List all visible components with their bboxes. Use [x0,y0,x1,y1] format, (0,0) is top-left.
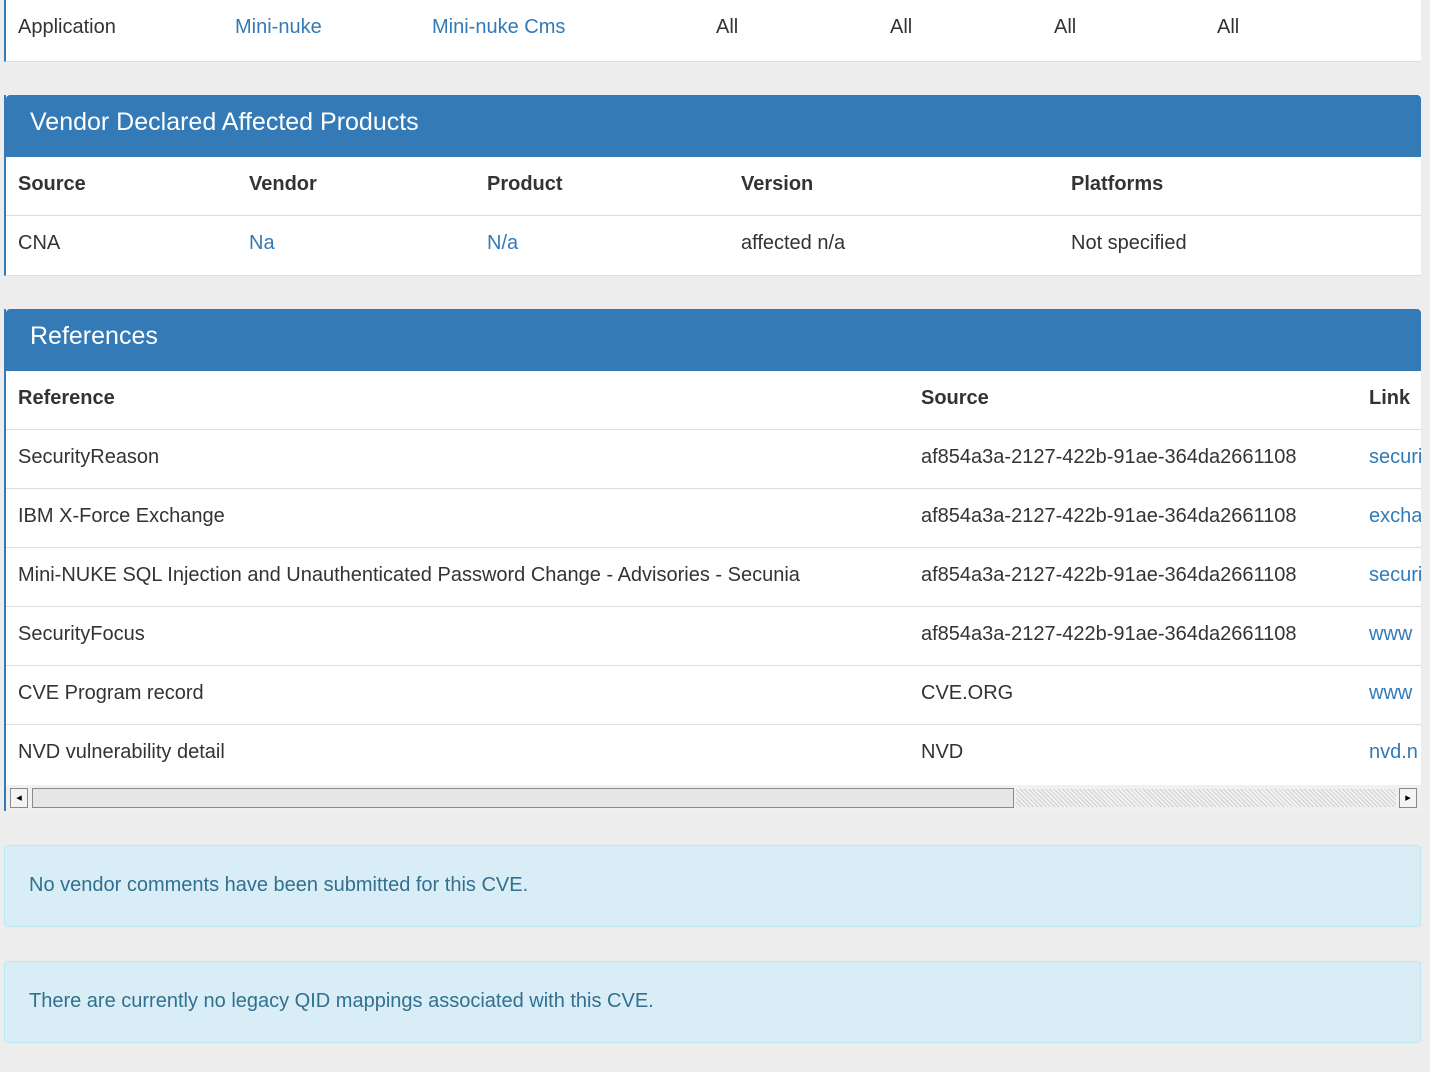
reference-source: af854a3a-2127-422b-91ae-364da2661108 [921,564,1297,586]
col-version: Version [741,173,814,195]
arrow-right-icon[interactable]: ▸ [1399,788,1417,808]
col-product: Product [487,173,563,195]
reference-source: af854a3a-2127-422b-91ae-364da2661108 [921,623,1297,645]
reference-name: SecurityFocus [18,623,145,645]
table-row: IBM X-Force Exchange af854a3a-2127-422b-… [6,489,1421,548]
horizontal-scrollbar[interactable]: ◂ ▸ [4,785,1421,811]
update-value: All [890,16,913,38]
reference-source: af854a3a-2127-422b-91ae-364da2661108 [921,446,1297,468]
reference-link[interactable]: securi [1369,564,1421,587]
reference-link[interactable]: securi [1369,446,1421,469]
reference-name: SecurityReason [18,446,160,468]
row-version: affected n/a [741,232,846,254]
references-table-header: Reference Source Link [6,371,1421,430]
vendor-panel-title: Vendor Declared Affected Products [6,95,1421,157]
vendor-comments-alert: No vendor comments have been submitted f… [4,845,1421,927]
vendor-link[interactable]: Mini-nuke [235,16,322,39]
language-value: All [1217,16,1240,38]
references-scroll-area[interactable]: Reference Source Link SecurityReason af8… [6,371,1421,785]
col-ref-source: Source [921,387,989,409]
reference-source: CVE.ORG [921,682,1014,704]
qid-mappings-alert: There are currently no legacy QID mappin… [4,961,1421,1043]
row-source: CNA [18,232,61,254]
table-row: NVD vulnerability detail NVD nvd.n [6,725,1421,784]
product-type: Application [18,16,116,38]
version-value: All [716,16,739,38]
reference-link[interactable]: www [1369,682,1412,705]
reference-source: af854a3a-2127-422b-91ae-364da2661108 [921,505,1297,527]
reference-link[interactable]: excha [1369,505,1421,528]
reference-name: Mini-NUKE SQL Injection and Unauthentica… [18,564,800,586]
scrollbar-track[interactable] [1016,789,1396,807]
vendor-declared-panel: Vendor Declared Affected Products Source… [4,95,1421,276]
table-row: SecurityFocus af854a3a-2127-422b-91ae-36… [6,607,1421,666]
references-panel: References Reference Source Link Securit… [4,309,1421,786]
reference-name: CVE Program record [18,682,204,704]
row-platforms: Not specified [1071,232,1187,254]
col-platforms: Platforms [1071,173,1164,195]
col-vendor: Vendor [249,173,317,195]
col-link: Link [1369,387,1411,409]
reference-name: NVD vulnerability detail [18,741,225,763]
reference-link[interactable]: nvd.n [1369,741,1418,764]
reference-source: NVD [921,741,964,763]
reference-link[interactable]: www [1369,623,1412,646]
row-product-link[interactable]: N/a [487,232,518,255]
table-row: CVE Program record CVE.ORG www [6,666,1421,725]
col-source: Source [18,173,86,195]
reference-name: IBM X-Force Exchange [18,505,225,527]
references-panel-title: References [6,309,1421,371]
vendor-table-header: Source Vendor Product Version Platforms [6,157,1421,216]
table-row: SecurityReason af854a3a-2127-422b-91ae-3… [6,430,1421,489]
product-link[interactable]: Mini-nuke Cms [432,16,565,39]
edition-value: All [1054,16,1077,38]
arrow-left-icon[interactable]: ◂ [10,788,28,808]
affected-product-row: Application Mini-nuke Mini-nuke Cms All … [4,0,1421,62]
row-vendor-link[interactable]: Na [249,232,275,255]
col-reference: Reference [18,387,115,409]
scrollbar-thumb[interactable] [32,788,1014,808]
table-row: CNA Na N/a affected n/a Not specified [6,216,1421,275]
table-row: Mini-NUKE SQL Injection and Unauthentica… [6,548,1421,607]
